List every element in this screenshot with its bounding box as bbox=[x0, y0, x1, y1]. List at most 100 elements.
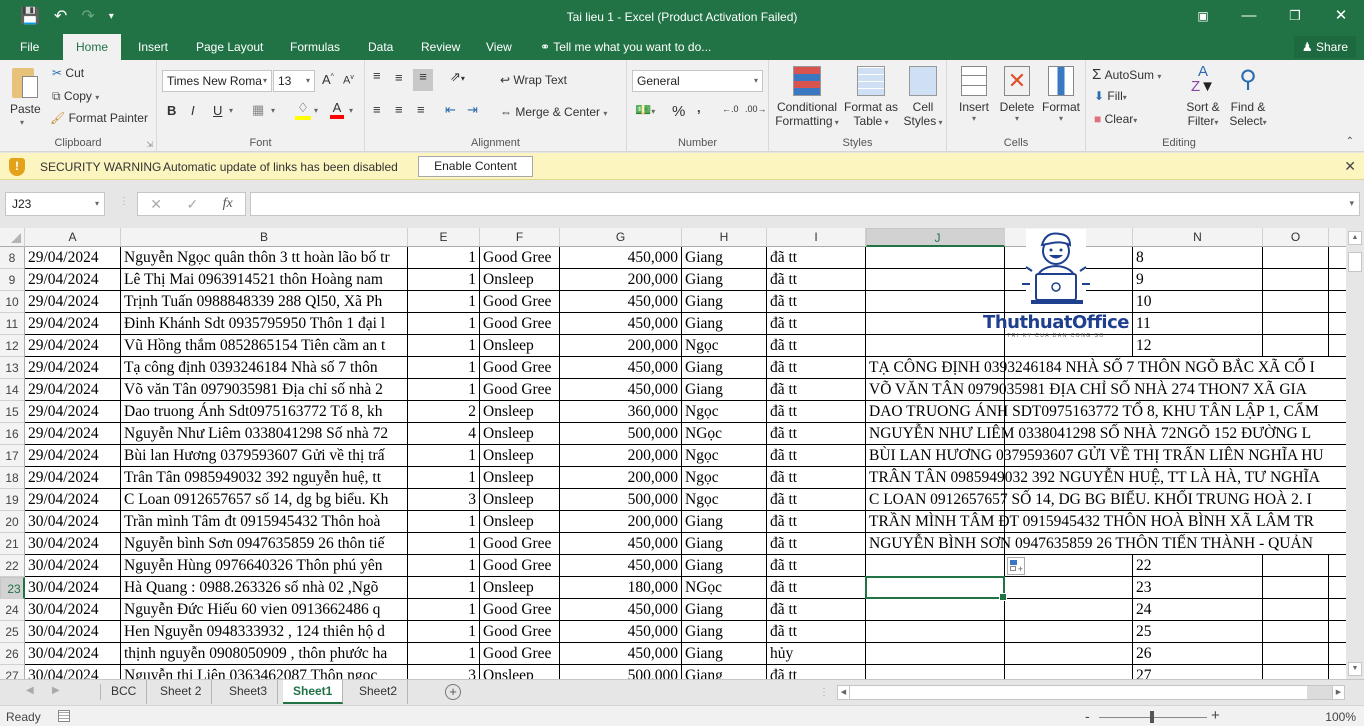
cell-h-26[interactable]: Giang bbox=[682, 643, 767, 665]
cell-i-12[interactable]: đã tt bbox=[767, 335, 866, 357]
cell-o-25[interactable] bbox=[1263, 621, 1329, 643]
cell-e-20[interactable]: 1 bbox=[408, 511, 480, 533]
cell-h-12[interactable]: Ngọc bbox=[682, 335, 767, 357]
cell-g-26[interactable]: 450,000 bbox=[560, 643, 682, 665]
cell-a-22[interactable]: 30/04/2024 bbox=[25, 555, 121, 577]
cell-n-22[interactable]: 22 bbox=[1133, 555, 1263, 577]
cell-f-12[interactable]: Onsleep bbox=[480, 335, 560, 357]
row-header[interactable]: 22 bbox=[0, 555, 25, 577]
column-header-extra[interactable] bbox=[1329, 228, 1346, 247]
cell-g-22[interactable]: 450,000 bbox=[560, 555, 682, 577]
cell-o-9[interactable] bbox=[1263, 269, 1329, 291]
cell-e-8[interactable]: 1 bbox=[408, 247, 480, 269]
cell-b-23[interactable]: Hà Quang : 0988.263326 số nhà 02 ,Ngõ bbox=[121, 577, 408, 599]
comma-button[interactable]: , bbox=[697, 100, 701, 115]
zoom-out-button[interactable]: - bbox=[1085, 708, 1090, 724]
row-header[interactable]: 14 bbox=[0, 379, 25, 401]
cell-b-11[interactable]: Đinh Khánh Sdt 0935795950 Thôn 1 đại l bbox=[121, 313, 408, 335]
horizontal-scrollbar[interactable]: ◀ ▶ bbox=[837, 685, 1345, 700]
fill-button[interactable]: ⬇ Fill▾ bbox=[1094, 89, 1127, 103]
cell-a-12[interactable]: 29/04/2024 bbox=[25, 335, 121, 357]
close-button[interactable]: ✕ bbox=[1318, 0, 1364, 34]
tab-review[interactable]: Review bbox=[411, 34, 470, 60]
sheet-tab-bcc[interactable]: BCC bbox=[101, 680, 148, 704]
cell-g-23[interactable]: 180,000 bbox=[560, 577, 682, 599]
cell-h-9[interactable]: Giang bbox=[682, 269, 767, 291]
tab-data[interactable]: Data bbox=[358, 34, 403, 60]
cell-p-18[interactable] bbox=[1329, 467, 1346, 489]
splitter-handle[interactable]: ⋮ bbox=[119, 196, 129, 207]
name-box[interactable]: J23 ▾ bbox=[5, 192, 105, 216]
cell-b-20[interactable]: Trần mình Tâm đt 0915945432 Thôn hoà bbox=[121, 511, 408, 533]
cell-e-18[interactable]: 1 bbox=[408, 467, 480, 489]
cell-h-16[interactable]: NGọc bbox=[682, 423, 767, 445]
cell-e-9[interactable]: 1 bbox=[408, 269, 480, 291]
cell-i-25[interactable]: đã tt bbox=[767, 621, 866, 643]
top-align-icon[interactable]: ≡ bbox=[373, 68, 381, 83]
cell-o-24[interactable] bbox=[1263, 599, 1329, 621]
cell-i-16[interactable]: đã tt bbox=[767, 423, 866, 445]
cell-n-25[interactable]: 25 bbox=[1133, 621, 1263, 643]
row-header[interactable]: 26 bbox=[0, 643, 25, 665]
row-header[interactable]: 10 bbox=[0, 291, 25, 313]
cell-j-15[interactable]: DAO TRUONG ÁNH SDT0975163772 TỔ 8, KHU T… bbox=[866, 401, 1319, 423]
add-sheet-icon[interactable]: + bbox=[445, 684, 461, 700]
column-header-a[interactable]: A bbox=[25, 228, 121, 247]
cell-i-15[interactable]: đã tt bbox=[767, 401, 866, 423]
horizontal-scroll-track[interactable] bbox=[1307, 686, 1332, 699]
cell-p-25[interactable] bbox=[1329, 621, 1346, 643]
cell-p-8[interactable] bbox=[1329, 247, 1346, 269]
cell-h-23[interactable]: NGọc bbox=[682, 577, 767, 599]
cell-g-14[interactable]: 450,000 bbox=[560, 379, 682, 401]
cell-i-10[interactable]: đã tt bbox=[767, 291, 866, 313]
minimize-button[interactable]: — bbox=[1226, 0, 1272, 34]
column-header-h[interactable]: H bbox=[682, 228, 767, 247]
cell-b-13[interactable]: Tạ công định 0393246184 Nhà số 7 thôn bbox=[121, 357, 408, 379]
row-header[interactable]: 23 bbox=[0, 577, 25, 599]
cell-p-23[interactable] bbox=[1329, 577, 1346, 599]
row-header[interactable]: 15 bbox=[0, 401, 25, 423]
row-header[interactable]: 12 bbox=[0, 335, 25, 357]
cell-b-9[interactable]: Lê Thị Mai 0963914521 thôn Hoàng nam bbox=[121, 269, 408, 291]
cell-f-11[interactable]: Good Gree bbox=[480, 313, 560, 335]
font-color-icon[interactable]: A bbox=[330, 100, 344, 119]
cell-e-24[interactable]: 1 bbox=[408, 599, 480, 621]
cell-g-9[interactable]: 200,000 bbox=[560, 269, 682, 291]
cell-p-21[interactable] bbox=[1329, 533, 1346, 555]
cell-f-22[interactable]: Good Gree bbox=[480, 555, 560, 577]
cell-j-14[interactable]: VÕ VĂN TÂN 0979035981 ĐỊA CHỈ SỐ NHÀ 274… bbox=[866, 379, 1307, 401]
cell-g-18[interactable]: 200,000 bbox=[560, 467, 682, 489]
cell-h-15[interactable]: Ngọc bbox=[682, 401, 767, 423]
paste-button[interactable]: Paste ▾ bbox=[8, 64, 44, 134]
tab-home[interactable]: Home bbox=[63, 34, 121, 60]
cell-p-17[interactable] bbox=[1329, 445, 1346, 467]
enter-check-icon[interactable]: ✓ bbox=[186, 196, 198, 213]
cell-j-26[interactable] bbox=[866, 643, 1005, 665]
cell-f-18[interactable]: Onsleep bbox=[480, 467, 560, 489]
cell-e-10[interactable]: 1 bbox=[408, 291, 480, 313]
sort-filter-button[interactable]: A Z▼ Sort & Filter▾ bbox=[1182, 64, 1224, 134]
cell-f-9[interactable]: Onsleep bbox=[480, 269, 560, 291]
cell-p-14[interactable] bbox=[1329, 379, 1346, 401]
row-header[interactable]: 27 bbox=[0, 665, 25, 679]
cell-f-10[interactable]: Good Gree bbox=[480, 291, 560, 313]
cell-f-16[interactable]: Onsleep bbox=[480, 423, 560, 445]
cell-e-21[interactable]: 1 bbox=[408, 533, 480, 555]
column-header-i[interactable]: I bbox=[767, 228, 866, 247]
row-header[interactable]: 16 bbox=[0, 423, 25, 445]
row-header[interactable]: 20 bbox=[0, 511, 25, 533]
wrap-text-button[interactable]: ↩ Wrap Text bbox=[500, 73, 567, 87]
cell-f-27[interactable]: Onsleep bbox=[480, 665, 560, 679]
tab-file[interactable]: File bbox=[10, 34, 49, 60]
cell-h-18[interactable]: Ngọc bbox=[682, 467, 767, 489]
cell-b-16[interactable]: Nguyễn Như Liêm 0338041298 Số nhà 72 bbox=[121, 423, 408, 445]
cell-e-27[interactable]: 3 bbox=[408, 665, 480, 679]
cell-h-24[interactable]: Giang bbox=[682, 599, 767, 621]
cell-o-12[interactable] bbox=[1263, 335, 1329, 357]
macro-record-icon[interactable] bbox=[58, 710, 70, 722]
format-as-table-button[interactable]: Format as Table ▾ bbox=[843, 64, 899, 134]
cell-h-20[interactable]: Giang bbox=[682, 511, 767, 533]
row-header[interactable]: 25 bbox=[0, 621, 25, 643]
tab-formulas[interactable]: Formulas bbox=[280, 34, 350, 60]
cell-p-15[interactable] bbox=[1329, 401, 1346, 423]
